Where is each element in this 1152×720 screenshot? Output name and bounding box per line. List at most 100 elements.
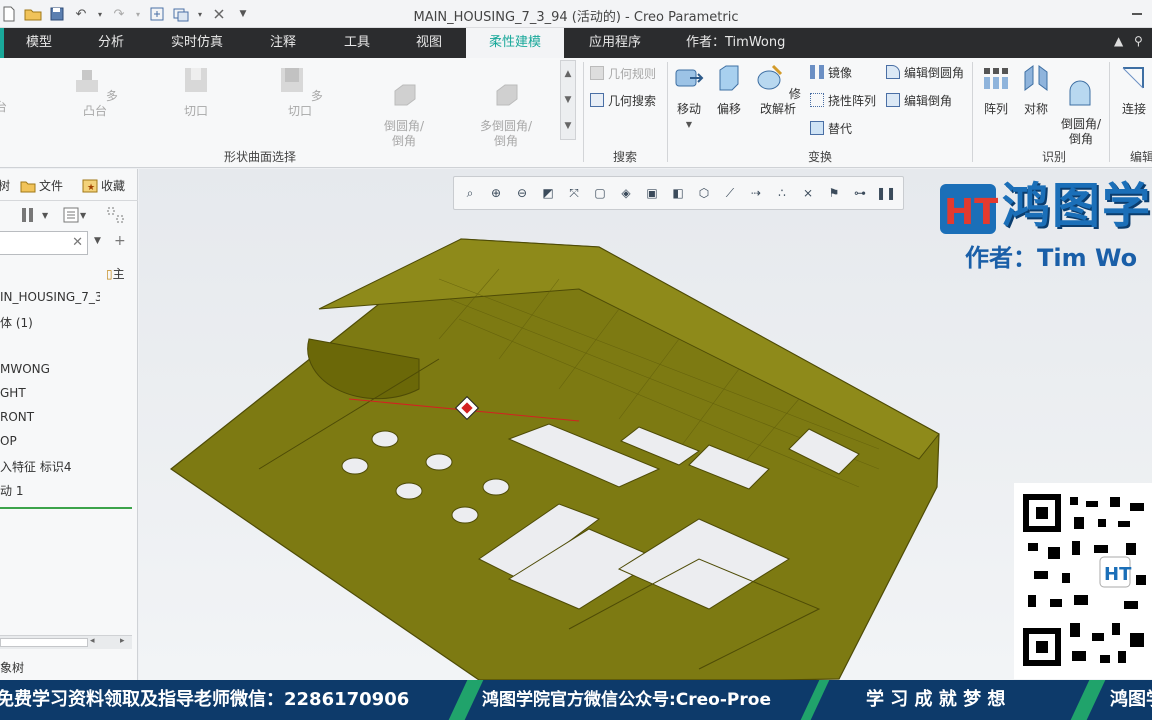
- tree-settings-button[interactable]: ▼: [20, 205, 48, 225]
- tab-applications[interactable]: 应用程序: [572, 28, 658, 58]
- tree-item-top[interactable]: OP: [0, 434, 100, 448]
- zoom-in-icon[interactable]: ⊕: [486, 183, 506, 203]
- banner-slogan-text: 学 习 成 就 梦 想: [866, 689, 1006, 710]
- scroll-left-icon[interactable]: ◂: [90, 636, 95, 646]
- tab-model[interactable]: 模型: [4, 28, 74, 58]
- edit-group-label: 编辑: [1129, 150, 1152, 164]
- move-button[interactable]: 移动 ▼: [672, 64, 706, 132]
- tab-annotate[interactable]: 注释: [248, 28, 318, 58]
- perspective-view-icon[interactable]: ◧: [668, 183, 688, 203]
- tree-item-root[interactable]: IN_HOUSING_7_3_9: [0, 290, 100, 304]
- tree-item-move[interactable]: 动 1: [0, 482, 100, 499]
- axis-display-icon[interactable]: ⇢: [746, 183, 766, 203]
- title-bar: ↶ ▾ ↷ ▾ ▾ ▼ MAIN_HOUSING_7_3_94 (活动的) - …: [0, 0, 1152, 28]
- modify-analytic-button[interactable]: 修改解析: [750, 64, 806, 117]
- edit-chamfer-button[interactable]: 编辑倒角: [886, 91, 952, 109]
- tree-item-import-feature[interactable]: 入特征 标识4: [0, 458, 100, 475]
- pattern-icon: [984, 68, 1008, 89]
- tree-columns-button[interactable]: [106, 205, 126, 225]
- gallery-scroll-up-icon[interactable]: ▲: [561, 61, 575, 87]
- gallery-expand-icon[interactable]: ▼: [561, 113, 575, 139]
- tab-analysis[interactable]: 分析: [76, 28, 146, 58]
- tree-column-header[interactable]: ▯主: [106, 265, 125, 282]
- tree-item-front[interactable]: RONT: [0, 410, 100, 424]
- clear-search-icon[interactable]: ✕: [72, 235, 83, 250]
- display-style-icon[interactable]: ◈: [616, 183, 636, 203]
- mirror-button[interactable]: 镜像: [810, 63, 852, 81]
- tab-folder-browser[interactable]: 文件: [20, 177, 63, 194]
- offset-label: 偏移: [716, 102, 741, 116]
- spin-center-icon[interactable]: ⊶: [850, 183, 870, 203]
- tab-flexible-modeling[interactable]: 柔性建模: [466, 28, 564, 58]
- multi-boss-icon: [76, 70, 99, 92]
- multi-boss-button[interactable]: 多凸台: [70, 66, 120, 119]
- shape-group-label: 形状曲面选择: [223, 150, 296, 164]
- search-dropdown-icon[interactable]: ▼: [94, 236, 101, 246]
- multi-round-chamfer-button[interactable]: 多倒圆角/ 倒角: [474, 66, 538, 149]
- tree-item-body[interactable]: 体 (1): [0, 314, 100, 331]
- plane-display-icon[interactable]: ⟋: [720, 183, 740, 203]
- tab-view[interactable]: 视图: [394, 28, 464, 58]
- tree-item-layer[interactable]: MWONG: [0, 362, 100, 376]
- tree-filter-button[interactable]: ▼: [62, 205, 86, 225]
- edit-round-button[interactable]: 编辑倒圆角: [886, 63, 964, 81]
- refit-icon[interactable]: ⌕: [460, 183, 480, 203]
- substitute-button[interactable]: 替代: [810, 119, 852, 137]
- add-icon[interactable]: +: [114, 233, 126, 249]
- ht-logo-mark: HT: [940, 184, 998, 234]
- cut-button[interactable]: 切口: [176, 66, 216, 119]
- help-search-icon[interactable]: ⚲: [1134, 34, 1143, 48]
- gallery-scrollbar[interactable]: ▲ ▼ ▼: [560, 60, 576, 140]
- csys-display-icon[interactable]: ⨯: [798, 183, 818, 203]
- multi-cut-button[interactable]: 多切口: [276, 66, 324, 119]
- saved-orientations-icon[interactable]: ▢: [590, 183, 610, 203]
- tab-favorites[interactable]: ★ 收藏: [82, 177, 125, 194]
- collapse-ribbon-icon[interactable]: ▲: [1114, 34, 1123, 48]
- tree-settings-dropdown-icon[interactable]: ▼: [42, 211, 48, 220]
- move-icon: [675, 69, 704, 87]
- tab-live-simulation[interactable]: 实时仿真: [154, 28, 240, 58]
- zoom-out-icon[interactable]: ⊖: [512, 183, 532, 203]
- cut-label: 切口: [183, 104, 208, 118]
- boss-icon: [0, 66, 6, 94]
- qr-code: HT: [1014, 483, 1152, 679]
- round-chamfer-button[interactable]: 倒圆角/ 倒角: [376, 66, 432, 149]
- boss-button[interactable]: 台: [0, 66, 12, 115]
- tab-model-tree[interactable]: 树: [0, 177, 10, 194]
- view-manager-icon[interactable]: ▣: [642, 183, 662, 203]
- scroll-thumb[interactable]: [0, 638, 88, 647]
- tree-horizontal-scrollbar[interactable]: ◂ ▸: [0, 635, 132, 649]
- recognize-group-label: 识别: [1041, 150, 1066, 164]
- edit-round-icon: [886, 65, 900, 79]
- connect-label: 连接: [1121, 102, 1146, 116]
- geometry-rule-button[interactable]: 几何规则: [590, 64, 656, 82]
- geometry-search-button[interactable]: 几何搜索: [590, 91, 656, 109]
- gallery-scroll-down-icon[interactable]: ▼: [561, 87, 575, 113]
- pause-icon[interactable]: ❚❚: [876, 183, 896, 203]
- symmetry-button[interactable]: 对称: [1018, 64, 1054, 117]
- folder-browser-icon: [20, 181, 36, 192]
- pattern-recognize-button[interactable]: 阵列: [978, 64, 1014, 117]
- substitute-icon: [810, 121, 824, 135]
- tree-search-input[interactable]: ✕: [0, 231, 88, 255]
- repaint-icon[interactable]: ◩: [538, 183, 558, 203]
- tree-filter-dropdown-icon[interactable]: ▼: [80, 211, 86, 220]
- connect-button[interactable]: 连接: [1116, 64, 1152, 117]
- tree-item-right[interactable]: GHT: [0, 386, 100, 400]
- annotation-display-icon[interactable]: ⚑: [824, 183, 844, 203]
- boss-label: 台: [0, 100, 7, 114]
- search-group-label: 搜索: [612, 150, 637, 164]
- qr-center-logo: HT: [1104, 564, 1132, 585]
- scroll-right-icon[interactable]: ▸: [120, 636, 125, 646]
- offset-button[interactable]: 偏移: [712, 64, 746, 117]
- round-chamfer-recognize-button[interactable]: 倒圆角/ 倒角: [1056, 64, 1106, 147]
- point-display-icon[interactable]: ∴: [772, 183, 792, 203]
- round-chamfer-recognize-label: 倒圆角/ 倒角: [1060, 117, 1102, 146]
- tab-tools[interactable]: 工具: [322, 28, 392, 58]
- group-separator: [1109, 62, 1110, 162]
- insert-indicator[interactable]: [0, 507, 132, 509]
- section-icon[interactable]: ⬡: [694, 183, 714, 203]
- flex-pattern-button[interactable]: 挠性阵列: [810, 91, 876, 109]
- minimize-icon[interactable]: [1132, 13, 1142, 15]
- reorient-icon[interactable]: ⤧: [564, 183, 584, 203]
